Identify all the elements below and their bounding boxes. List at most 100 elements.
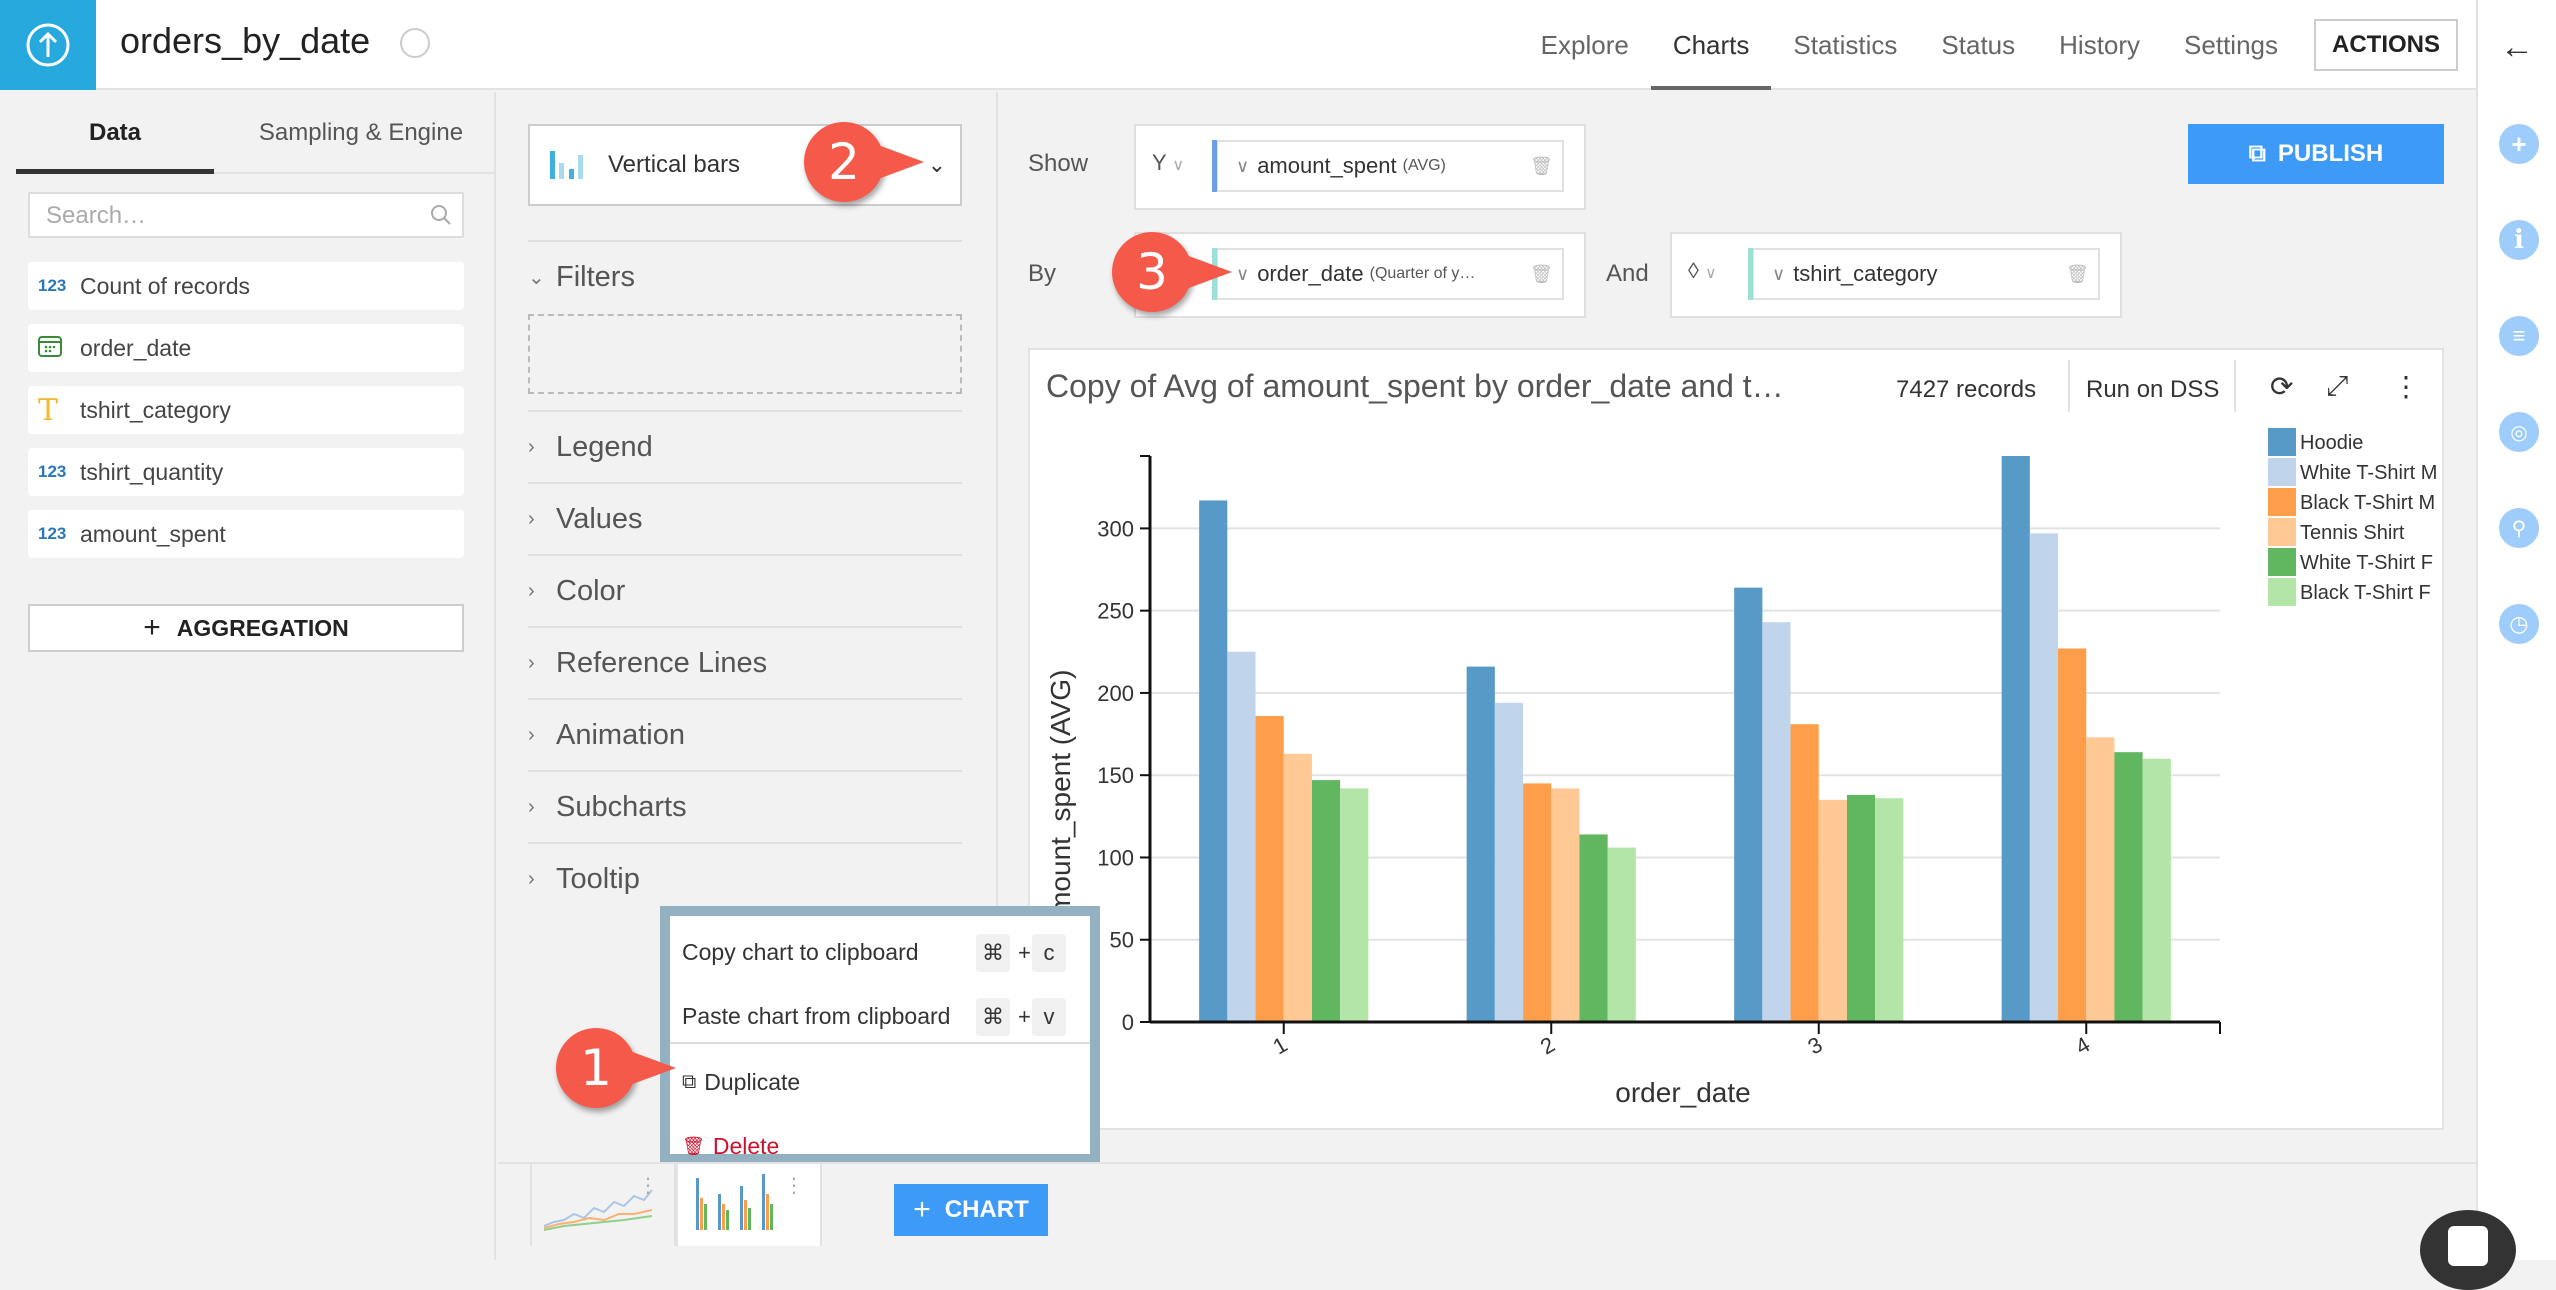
chevron-right-icon: › xyxy=(528,867,535,890)
x-tick-label: 2 xyxy=(1536,1032,1559,1060)
field-order-date[interactable]: order_date xyxy=(28,324,464,372)
measure-color-bar xyxy=(1212,140,1217,192)
y-tick-label: 300 xyxy=(1097,516,1134,541)
bar xyxy=(1340,788,1369,1022)
kbd-plus: + xyxy=(1018,1004,1031,1029)
field-count-of-records[interactable]: 123 Count of records xyxy=(28,262,464,310)
chevron-right-icon: › xyxy=(528,435,535,458)
chart-thumbnail-line[interactable]: ⋮ xyxy=(530,1164,676,1246)
kbd-c: c xyxy=(1032,934,1066,972)
numeric-type-icon: 123 xyxy=(38,276,67,295)
list-icon[interactable]: ≡ xyxy=(2499,316,2539,356)
section-tooltip[interactable]: › Tooltip xyxy=(528,844,962,914)
legend-label: White T-Shirt F xyxy=(2300,552,2433,574)
tab-status[interactable]: Status xyxy=(1919,0,2037,90)
tab-settings[interactable]: Settings xyxy=(2162,0,2300,90)
section-subcharts[interactable]: › Subcharts xyxy=(528,772,962,842)
trash-icon[interactable]: 🗑 xyxy=(1530,264,1553,286)
tab-statistics[interactable]: Statistics xyxy=(1771,0,1919,90)
x-tick-label: 1 xyxy=(1268,1032,1291,1060)
legend-swatch xyxy=(2268,578,2296,606)
top-bar: orders_by_date Explore Charts Statistics… xyxy=(0,0,2476,90)
trash-icon[interactable]: 🗑 xyxy=(1530,156,1553,178)
and-box: ◊ ∨ ∨ tshirt_category 🗑 xyxy=(1670,232,2122,318)
filters-dropzone[interactable] xyxy=(528,314,962,394)
y-tick-label: 0 xyxy=(1122,1010,1134,1035)
menu-item-duplicate[interactable]: ⧉ Duplicate xyxy=(682,1060,1092,1104)
measure-pill[interactable]: ∨ amount_spent (AVG) 🗑 xyxy=(1212,140,1564,192)
y-tick-label: 150 xyxy=(1097,763,1134,788)
droplet-icon: ◊ xyxy=(1688,258,1699,283)
by-label: By xyxy=(1028,260,1057,287)
legend-label: Tennis Shirt xyxy=(2300,522,2405,544)
chevron-down-icon: ∨ xyxy=(1236,263,1250,284)
compass-icon[interactable] xyxy=(400,28,430,58)
field-tshirt-quantity[interactable]: 123 tshirt_quantity xyxy=(28,448,464,496)
y-axis-select[interactable]: Y ∨ xyxy=(1152,150,1184,176)
add-aggregation-button[interactable]: + AGGREGATION xyxy=(28,604,464,652)
legend-swatch xyxy=(2268,548,2296,576)
search-input[interactable]: Search… xyxy=(28,192,464,238)
text-type-icon: T xyxy=(38,392,59,428)
numeric-type-icon: 123 xyxy=(38,524,67,543)
bar xyxy=(1199,500,1228,1022)
dss-logo[interactable] xyxy=(0,0,96,90)
tab-explore[interactable]: Explore xyxy=(1519,0,1651,90)
chart-thumbnail-bars[interactable]: ⋮ xyxy=(676,1164,822,1246)
actions-button[interactable]: ACTIONS xyxy=(2314,19,2458,71)
discussion-icon[interactable]: ◎ xyxy=(2499,412,2539,452)
bar xyxy=(1311,780,1341,1022)
section-values[interactable]: › Values xyxy=(528,484,962,554)
plus-icon[interactable]: + xyxy=(2499,124,2539,164)
bar xyxy=(1255,715,1284,1022)
info-icon[interactable]: i xyxy=(2499,220,2539,260)
trash-icon[interactable]: 🗑 xyxy=(2066,264,2089,286)
publish-button[interactable]: ⧉ PUBLISH xyxy=(2188,124,2444,184)
field-tshirt-category[interactable]: T tshirt_category xyxy=(28,386,464,434)
section-filters[interactable]: ⌄ Filters xyxy=(528,242,962,312)
tab-data[interactable]: Data xyxy=(16,92,214,174)
add-chart-button[interactable]: + CHART xyxy=(894,1184,1048,1236)
tab-history[interactable]: History xyxy=(2037,0,2162,90)
callout-3: 3 xyxy=(1112,232,1232,312)
bar xyxy=(2058,648,2087,1022)
bar xyxy=(1846,794,1876,1022)
tab-charts[interactable]: Charts xyxy=(1650,0,1772,90)
more-vertical-icon[interactable]: ⋮ xyxy=(784,1176,804,1196)
section-animation[interactable]: › Animation xyxy=(528,700,962,770)
bar xyxy=(1283,753,1312,1022)
legend-label: Black T-Shirt M xyxy=(2300,492,2435,514)
and-label: And xyxy=(1606,260,1649,287)
chart-context-menu: Copy chart to clipboard ⌘ + c Paste char… xyxy=(660,906,1100,1164)
bar xyxy=(1875,798,1904,1022)
bar xyxy=(1607,847,1636,1022)
chevron-down-icon: ⌄ xyxy=(927,152,946,177)
color-select[interactable]: ◊ ∨ xyxy=(1688,258,1717,284)
y-tick-label: 250 xyxy=(1097,599,1134,624)
arrow-left-icon[interactable]: ← xyxy=(2500,28,2534,67)
numeric-type-icon: 123 xyxy=(38,462,67,481)
bar xyxy=(1818,799,1847,1022)
kbd-plus: + xyxy=(1018,940,1031,965)
tab-sampling-engine[interactable]: Sampling & Engine xyxy=(226,92,496,174)
section-reference-lines[interactable]: › Reference Lines xyxy=(528,628,962,698)
bar-chart: 0 50 100 150 200 250 300 1 2 3 4 amount_spent (AVG… xyxy=(1045,428,2437,1108)
section-legend[interactable]: › Legend xyxy=(528,412,962,482)
chart-card: Copy of Avg of amount_spent by order_dat… xyxy=(1028,348,2444,1130)
field-amount-spent[interactable]: 123 amount_spent xyxy=(28,510,464,558)
x-axis-label: order_date xyxy=(1615,1077,1750,1108)
clock-icon[interactable]: ◷ xyxy=(2499,604,2539,644)
bar xyxy=(1523,783,1552,1022)
lab-icon[interactable]: ⚲ xyxy=(2499,508,2539,548)
calendar-icon xyxy=(38,335,80,362)
color-dimension-pill[interactable]: ∨ tshirt_category 🗑 xyxy=(1748,248,2100,300)
divider xyxy=(670,1042,1090,1044)
chevron-down-icon: ∨ xyxy=(1705,265,1717,282)
legend-label: Black T-Shirt F xyxy=(2300,582,2431,604)
section-color[interactable]: › Color xyxy=(528,556,962,626)
callout-1: 1 xyxy=(556,1028,676,1108)
dimension-pill[interactable]: ∨ order_date (Quarter of y… 🗑 xyxy=(1212,248,1564,300)
more-vertical-icon[interactable]: ⋮ xyxy=(638,1176,658,1196)
callout-2: 2 xyxy=(804,122,924,202)
chat-button[interactable] xyxy=(2420,1210,2516,1290)
